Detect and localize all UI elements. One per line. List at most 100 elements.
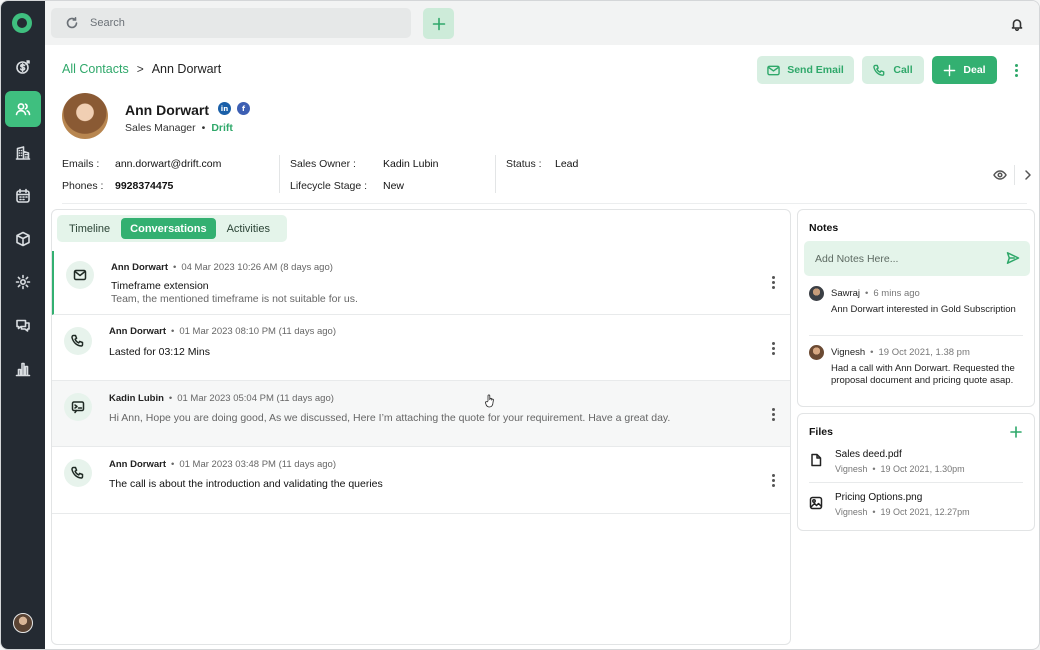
sidebar-item-settings[interactable]: [5, 264, 41, 300]
contact-avatar: [62, 93, 108, 139]
file-item[interactable]: Pricing Options.png Vignesh • 19 Oct 2021,…: [809, 492, 1023, 528]
email-value[interactable]: ann.dorwart@drift.com: [115, 158, 221, 170]
breadcrumb: All Contacts > Ann Dorwart: [62, 62, 221, 76]
emails-label: Emails :: [62, 158, 100, 170]
sidebar-item-reports[interactable]: [5, 351, 41, 387]
note-meta: Vignesh • 19 Oct 2021, 1.38 pm: [831, 347, 970, 358]
plus-icon: [944, 64, 956, 76]
more-options-icon[interactable]: [768, 275, 778, 289]
avatar: [809, 345, 824, 360]
conversation-time: 01 Mar 2023 03:48 PM (11 days ago): [179, 459, 336, 470]
sidebar-item-products[interactable]: [5, 221, 41, 257]
more-options-icon[interactable]: [1010, 61, 1022, 79]
send-email-label: Send Email: [787, 64, 844, 76]
send-icon: [1006, 252, 1020, 264]
conversation-body: Hi Ann, Hope you are doing good, As we d…: [109, 412, 671, 424]
conversation-meta: Ann Dorwart • 01 Mar 2023 08:10 PM (11 day…: [109, 326, 336, 337]
building-icon: [15, 146, 31, 160]
note-author: Vignesh: [831, 347, 866, 358]
sidebar-item-dashboard[interactable]: [5, 49, 41, 85]
conversation-author: Ann Dorwart: [109, 459, 166, 470]
search-input[interactable]: [90, 17, 390, 29]
avatar: [809, 286, 824, 301]
quick-add-button[interactable]: [423, 8, 454, 39]
notifications-button[interactable]: [1009, 16, 1025, 32]
file-name: Sales deed.pdf: [835, 449, 902, 460]
conversation-meta: Kadin Lubin • 01 Mar 2023 05:04 PM (11 day…: [109, 393, 334, 404]
conversation-item[interactable]: Ann Dorwart • 01 Mar 2023 03:48 PM (11 day…: [52, 447, 790, 514]
chevron-right-icon: [1025, 170, 1031, 180]
search-icon: [66, 17, 78, 29]
more-options-icon[interactable]: [768, 407, 778, 421]
search-box[interactable]: [51, 8, 411, 38]
tab-timeline[interactable]: Timeline: [60, 218, 119, 239]
tab-activities[interactable]: Activities: [218, 218, 279, 239]
plus-icon: [1010, 426, 1022, 438]
deal-label: Deal: [963, 64, 986, 76]
user-avatar[interactable]: [13, 613, 33, 633]
divider: [1014, 165, 1015, 185]
file-name: Pricing Options.png: [835, 492, 923, 503]
phone-icon: [873, 64, 885, 76]
files-title: Files: [809, 426, 833, 438]
conversation-time: 01 Mar 2023 05:04 PM (11 days ago): [177, 393, 334, 404]
send-email-button[interactable]: Send Email: [757, 56, 854, 84]
bullet: •: [201, 122, 206, 134]
document-icon: [809, 453, 823, 467]
more-options-icon[interactable]: [768, 341, 778, 355]
contact-company[interactable]: Drift: [211, 122, 233, 134]
more-options-icon[interactable]: [768, 473, 778, 487]
image-icon: [809, 496, 823, 510]
chat-bubbles-icon: [16, 319, 30, 332]
breadcrumb-all-contacts[interactable]: All Contacts: [62, 62, 129, 76]
note-item[interactable]: Sawraj • 6 mins ago Ann Dorwart interested…: [809, 286, 1023, 330]
add-note-box[interactable]: [804, 241, 1030, 276]
file-item[interactable]: Sales deed.pdf Vignesh • 19 Oct 2021, 1.30…: [809, 449, 1023, 485]
divider: [495, 155, 496, 193]
conversation-item[interactable]: Kadin Lubin • 01 Mar 2023 05:04 PM (11 day…: [52, 381, 790, 447]
divider: [279, 155, 280, 193]
hand-cursor-icon: [485, 394, 494, 408]
add-deal-button[interactable]: Deal: [932, 56, 997, 84]
call-label: Call: [893, 64, 913, 76]
sidebar-item-calendar[interactable]: [5, 178, 41, 214]
notes-title: Notes: [809, 222, 839, 234]
note-text: Ann Dorwart interested in Gold Subscript…: [831, 304, 1016, 315]
call-button[interactable]: Call: [862, 56, 924, 84]
phone-value[interactable]: 9928374475: [115, 180, 173, 192]
note-time: 19 Oct 2021, 1.38 pm: [878, 347, 970, 358]
add-file-button[interactable]: [1010, 426, 1022, 438]
contact-role: Sales Manager: [125, 122, 196, 134]
file-meta: Vignesh • 19 Oct 2021, 1.30pm: [835, 464, 965, 474]
note-author: Sawraj: [831, 288, 861, 299]
sidebar: [1, 1, 45, 649]
send-note-button[interactable]: [1006, 251, 1020, 265]
note-item[interactable]: Vignesh • 19 Oct 2021, 1.38 pm Had a call …: [809, 345, 1023, 401]
phone-icon: [64, 459, 92, 487]
conversation-meta: Ann Dorwart • 04 Mar 2023 10:26 AM (8 days…: [111, 262, 333, 273]
phones-label: Phones :: [62, 180, 104, 192]
sidebar-item-messages[interactable]: [5, 307, 41, 343]
expand-details[interactable]: [1021, 168, 1035, 182]
logo[interactable]: [12, 13, 32, 33]
dollar-target-icon: [16, 60, 30, 74]
sales-owner-label: Sales Owner :: [290, 158, 356, 170]
conversation-body: Team, the mentioned timeframe is not sui…: [111, 293, 358, 305]
sales-owner-value: Kadin Lubin: [383, 158, 439, 170]
sidebar-item-contacts[interactable]: [5, 91, 41, 127]
linkedin-icon[interactable]: in: [218, 102, 231, 115]
header-divider: [62, 203, 1027, 204]
status-value: Lead: [555, 158, 579, 170]
tab-conversations[interactable]: Conversations: [121, 218, 216, 239]
facebook-icon[interactable]: f: [237, 102, 250, 115]
conversation-item[interactable]: Ann Dorwart • 01 Mar 2023 08:10 PM (11 day…: [52, 315, 790, 381]
view-toggle[interactable]: [993, 168, 1007, 182]
file-author: Vignesh: [835, 464, 868, 474]
tab-bar: Timeline Conversations Activities: [57, 215, 287, 242]
sidebar-item-companies[interactable]: [5, 135, 41, 171]
file-time: 19 Oct 2021, 12.27pm: [880, 507, 970, 517]
plus-icon: [432, 17, 445, 30]
note-input[interactable]: [815, 252, 995, 265]
file-meta: Vignesh • 19 Oct 2021, 12.27pm: [835, 507, 970, 517]
conversation-item[interactable]: Ann Dorwart • 04 Mar 2023 10:26 AM (8 days…: [52, 251, 790, 315]
